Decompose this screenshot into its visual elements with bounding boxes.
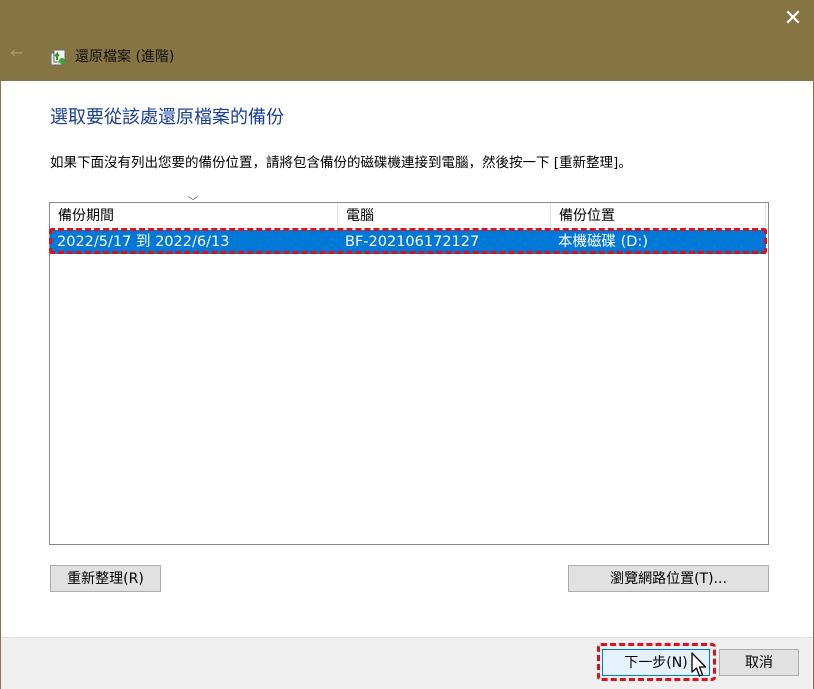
- window-title: 還原檔案 (進階): [75, 49, 175, 65]
- close-button[interactable]: ✕: [778, 6, 808, 32]
- row-computer: BF-202106172127: [345, 234, 480, 250]
- row-location: 本機磁碟 (D:): [558, 234, 648, 250]
- chevron-down-icon: ﹀: [188, 197, 198, 208]
- column-label-computer: 電腦: [346, 208, 374, 224]
- restore-files-icon: [50, 49, 66, 66]
- table-row[interactable]: 2022/5/17 到 2022/6/13 BF-202106172127 本機…: [50, 230, 766, 254]
- backup-list[interactable]: ﹀ 備份期間 電腦 備份位置 2022/5/17 到 2022/6/13 BF-…: [49, 197, 769, 545]
- column-header-location[interactable]: 備份位置: [551, 203, 766, 229]
- list-header: ﹀ 備份期間 電腦 備份位置: [50, 197, 766, 229]
- row-period: 2022/5/17 到 2022/6/13: [57, 234, 230, 250]
- column-header-period[interactable]: ﹀ 備份期間: [50, 197, 338, 229]
- browse-network-button[interactable]: 瀏覽網路位置(T)...: [568, 565, 769, 592]
- next-button[interactable]: 下一步(N): [602, 649, 710, 676]
- window-border-left: [0, 81, 1, 689]
- page-title: 選取要從該處還原檔案的備份: [50, 107, 284, 128]
- back-arrow-icon[interactable]: ←: [8, 44, 26, 62]
- cancel-button[interactable]: 取消: [719, 649, 799, 676]
- instruction-text: 如果下面沒有列出您要的備份位置，請將包含備份的磁碟機連接到電腦，然後按一下 [重…: [50, 155, 632, 171]
- column-label-period: 備份期間: [58, 208, 114, 224]
- close-icon: ✕: [783, 6, 803, 31]
- title-bar: [0, 0, 814, 81]
- refresh-button[interactable]: 重新整理(R): [50, 565, 161, 592]
- column-header-computer[interactable]: 電腦: [338, 203, 551, 229]
- column-label-location: 備份位置: [559, 208, 615, 224]
